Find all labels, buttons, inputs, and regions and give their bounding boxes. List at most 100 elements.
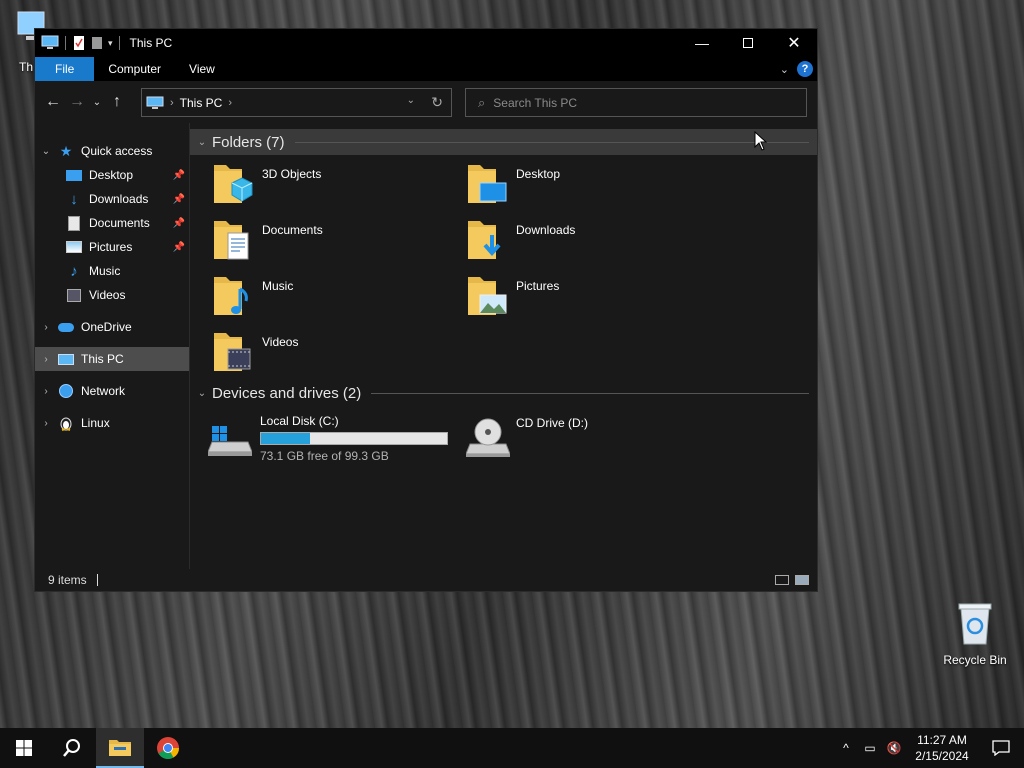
expand-chevron-icon[interactable]: › [35, 354, 57, 365]
divider [294, 141, 809, 143]
clock-date: 2/15/2024 [915, 749, 969, 763]
desktop-icon-label: Th [19, 60, 34, 74]
music-note-icon: ♪ [70, 262, 78, 280]
search-button[interactable] [48, 728, 96, 768]
volume-muted-icon[interactable]: 🔇 [882, 741, 906, 755]
sidebar-item-downloads[interactable]: ↓ Downloads 📌 [35, 187, 189, 211]
up-arrow-icon[interactable]: ↑ [105, 93, 129, 111]
divider [65, 36, 66, 50]
folders-group-header[interactable]: ⌄ Folders (7) [190, 129, 817, 155]
folder-pictures[interactable]: Pictures [444, 273, 694, 325]
drive-cd-d[interactable]: CD Drive (D:) [444, 412, 694, 464]
folder-desktop[interactable]: Desktop [444, 161, 694, 213]
drive-label: Local Disk (C:) [260, 414, 339, 428]
back-arrow-icon[interactable]: ← [41, 93, 65, 111]
sidebar-item-label: Quick access [81, 144, 153, 158]
folder-documents-icon [214, 221, 249, 260]
show-hidden-icons-chevron-icon[interactable]: ^ [834, 741, 858, 755]
refresh-icon[interactable]: ↻ [431, 94, 443, 111]
expand-chevron-icon[interactable]: › [35, 386, 57, 397]
tab-computer[interactable]: Computer [94, 57, 175, 81]
action-center-button[interactable] [978, 740, 1024, 756]
content-pane: ⌄ Folders (7) 3D Objects Desktop Documen… [190, 123, 817, 569]
mouse-cursor-icon [754, 131, 768, 151]
folder-videos[interactable]: Videos [190, 329, 440, 381]
cd-drive-icon [466, 418, 510, 457]
sidebar-item-music[interactable]: ♪ Music [35, 259, 189, 283]
folder-label: Videos [262, 335, 299, 349]
folder-label: Music [262, 279, 294, 293]
sidebar-item-videos[interactable]: Videos [35, 283, 189, 307]
tab-file[interactable]: File [35, 57, 95, 81]
system-tray: ^ ▭ 🔇 11:27 AM 2/15/2024 [834, 728, 1024, 768]
folder-downloads[interactable]: Downloads [444, 217, 694, 269]
download-arrow-icon: ↓ [70, 190, 78, 208]
search-input[interactable] [493, 95, 774, 110]
customize-toolbar-icon[interactable]: ▾ [108, 38, 113, 49]
sidebar-item-label: This PC [81, 352, 124, 366]
folder-label: Desktop [516, 167, 561, 181]
item-count: 9 items [48, 573, 87, 587]
properties-icon[interactable] [72, 35, 86, 51]
devices-group-header[interactable]: ⌄ Devices and drives (2) [190, 380, 817, 406]
film-icon [65, 287, 83, 303]
folder-3d-objects[interactable]: 3D Objects [190, 161, 440, 213]
sidebar-item-linux[interactable]: › Linux [35, 411, 189, 435]
details-view-icon[interactable] [775, 575, 789, 585]
search-box: ⌕ [465, 88, 807, 117]
taskbar: ^ ▭ 🔇 11:27 AM 2/15/2024 [0, 728, 1024, 768]
network-icon [57, 383, 75, 399]
taskbar-chrome[interactable] [144, 728, 192, 768]
collapse-chevron-icon[interactable]: ⌄ [192, 388, 212, 399]
sidebar-item-label: Desktop [89, 168, 134, 182]
maximize-button[interactable] [725, 29, 771, 57]
address-bar[interactable]: › This PC › ⌄ ↻ [141, 88, 452, 117]
desktop-icon-recycle-bin[interactable]: Recycle Bin [940, 600, 1010, 667]
folder-music[interactable]: Music [190, 273, 440, 325]
recycle-bin-icon [958, 603, 992, 645]
sidebar-item-label: Downloads [89, 192, 149, 206]
clock[interactable]: 11:27 AM 2/15/2024 [906, 732, 978, 764]
breadcrumb-this-pc[interactable]: This PC [180, 96, 223, 110]
breadcrumb-chevron-icon[interactable]: › [228, 97, 232, 109]
computer-icon [146, 96, 164, 109]
sidebar-item-label: Videos [89, 288, 126, 302]
desktop-icon [65, 167, 83, 183]
new-folder-icon[interactable] [90, 35, 104, 51]
sidebar-item-desktop[interactable]: Desktop 📌 [35, 163, 189, 187]
expand-chevron-icon[interactable]: › [35, 418, 57, 429]
taskbar-file-explorer[interactable] [96, 728, 144, 768]
start-button[interactable] [0, 728, 48, 768]
forward-arrow-icon[interactable]: → [65, 93, 89, 111]
breadcrumb-chevron-icon[interactable]: › [170, 97, 174, 109]
folder-3d-objects-icon [214, 165, 253, 203]
computer-icon [41, 35, 59, 49]
collapse-chevron-icon[interactable]: ⌄ [192, 137, 212, 148]
folder-music-icon [214, 277, 248, 315]
sidebar-item-onedrive[interactable]: › OneDrive [35, 315, 189, 339]
large-icons-view-icon[interactable] [795, 575, 809, 585]
windows-logo-icon [16, 740, 32, 756]
close-button[interactable]: ✕ [771, 29, 817, 57]
quick-access-toolbar: ▾ [41, 35, 122, 51]
sidebar-item-network[interactable]: › Network [35, 379, 189, 403]
address-dropdown-icon[interactable]: ⌄ [407, 95, 415, 106]
title-bar[interactable]: ▾ This PC — ✕ [35, 29, 817, 57]
sidebar-item-documents[interactable]: Documents 📌 [35, 211, 189, 235]
expand-chevron-icon[interactable]: › [35, 322, 57, 333]
help-icon[interactable]: ? [797, 61, 813, 77]
document-icon [65, 215, 83, 231]
sidebar-item-quick-access[interactable]: ⌄ ★ Quick access [35, 139, 189, 163]
sidebar-item-pictures[interactable]: Pictures 📌 [35, 235, 189, 259]
sidebar-item-this-pc[interactable]: › This PC [35, 347, 189, 371]
network-status-icon[interactable]: ▭ [858, 741, 882, 755]
tab-view[interactable]: View [175, 57, 229, 81]
minimize-button[interactable]: — [679, 29, 725, 57]
maximize-icon [743, 38, 753, 48]
expand-ribbon-chevron-icon[interactable]: ⌄ [780, 63, 789, 76]
folder-downloads-icon [468, 221, 501, 259]
drive-local-disk-c[interactable]: Local Disk (C:) 73.1 GB free of 99.3 GB [190, 412, 452, 464]
folder-documents[interactable]: Documents [190, 217, 440, 269]
recent-locations-chevron-icon[interactable]: ⌄ [89, 97, 105, 108]
collapse-chevron-icon[interactable]: ⌄ [35, 146, 57, 157]
